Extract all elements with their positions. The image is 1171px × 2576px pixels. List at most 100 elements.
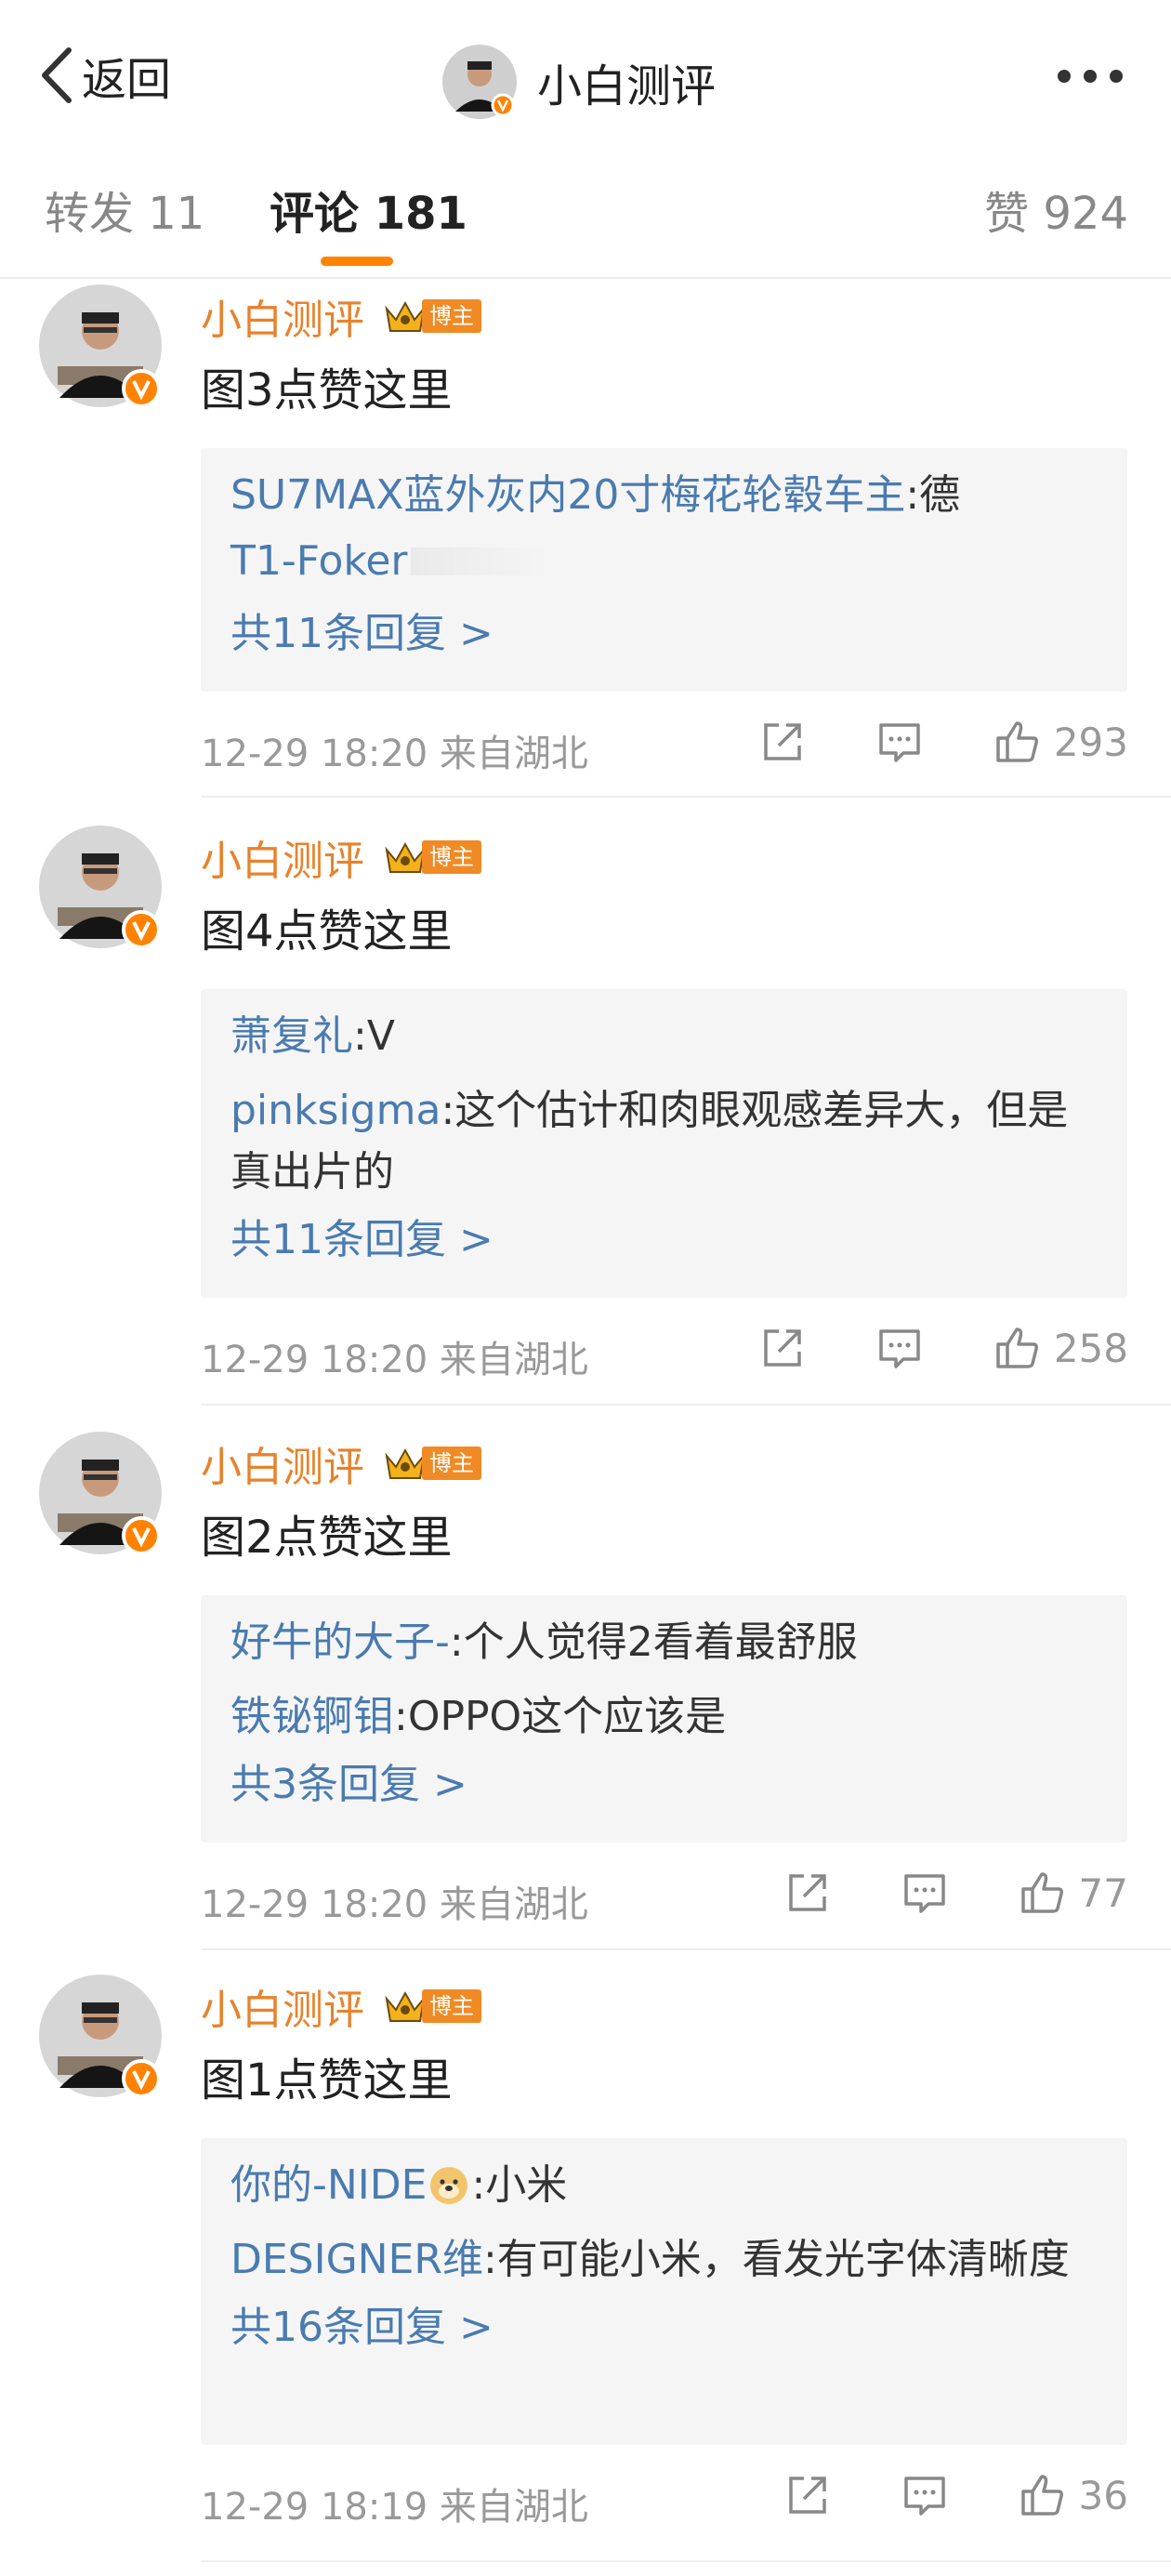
reply-item[interactable]: T1-Foker: [230, 526, 1098, 597]
crown-icon: [385, 300, 426, 332]
view-more-replies-link[interactable]: 共11条回复 >: [230, 1203, 1098, 1277]
more-dots-icon: [1084, 70, 1097, 83]
reply-text: :个人觉得2看着最舒服: [449, 1618, 858, 1666]
more-options-button[interactable]: [1058, 65, 1123, 87]
avatar[interactable]: [39, 1975, 162, 2098]
view-more-replies-link[interactable]: 共11条回复 >: [230, 597, 1098, 671]
thumbs-up-icon[interactable]: [1018, 2471, 1066, 2519]
crown-icon: [385, 1990, 426, 2022]
reply-item[interactable]: 铁铋锕钼:OPPO这个应该是: [230, 1686, 1098, 1748]
badge-label: 博主: [422, 1989, 481, 2023]
badge-label: 博主: [422, 299, 481, 333]
reply-text: :OPPO这个应该是: [394, 1693, 727, 1740]
comment-text: 图2点赞这里: [201, 1512, 453, 1564]
reply-box[interactable]: 你的-NIDE :小米 DESIGNER维:有可能小米，看发光字体清晰度 共16…: [201, 2138, 1127, 2445]
username[interactable]: 小白测评: [201, 1433, 364, 1493]
avatar-image: [39, 284, 162, 408]
comment-item: 小白测评 博主 图1点赞这里 你的-NIDE :小米 DESIGNER维:有可能…: [0, 1969, 1171, 2564]
reply-text: :小米: [471, 2161, 568, 2209]
comment-meta: 12-29 18:20 来自湖北: [201, 1883, 588, 1926]
avatar[interactable]: [39, 1432, 162, 1555]
chevron-left-icon: [42, 47, 72, 103]
comment-icon[interactable]: [901, 1869, 949, 1917]
divider: [201, 1404, 1171, 1406]
avatar[interactable]: [39, 826, 162, 949]
like-count: 258: [1053, 1325, 1128, 1371]
back-button[interactable]: 返回: [37, 43, 171, 108]
tab-comment[interactable]: 评论 181: [270, 177, 467, 242]
tab-repost[interactable]: 转发 11: [45, 177, 204, 242]
share-icon[interactable]: [758, 1324, 807, 1372]
share-icon[interactable]: [758, 718, 807, 766]
doge-emoji-icon: [430, 2167, 468, 2204]
badge-label: 博主: [422, 840, 481, 874]
comment-actions: 293: [758, 718, 1128, 766]
comment-header: 小白测评 博主: [201, 1976, 481, 2036]
reply-box[interactable]: 好牛的大子-:个人觉得2看着最舒服 铁铋锕钼:OPPO这个应该是 共3条回复 >: [201, 1595, 1127, 1843]
username[interactable]: 小白测评: [201, 1976, 364, 2036]
username[interactable]: 小白测评: [201, 286, 364, 346]
page-title: 小白测评: [537, 60, 717, 112]
reply-username[interactable]: 好牛的大子-: [230, 1618, 450, 1666]
reply-item[interactable]: DESIGNER维:有可能小米，看发光字体清晰度: [230, 2229, 1098, 2291]
share-icon[interactable]: [783, 2471, 832, 2519]
comment-icon[interactable]: [875, 718, 924, 766]
comment-actions: 258: [758, 1324, 1128, 1372]
comment-item: 小白测评 博主 图2点赞这里 好牛的大子-:个人觉得2看着最舒服 铁铋锕钼:OP…: [0, 1426, 1171, 1950]
reply-username[interactable]: 铁铋锕钼: [230, 1693, 394, 1740]
reply-item[interactable]: 你的-NIDE :小米: [230, 2155, 1098, 2216]
page-title-area[interactable]: 小白测评: [442, 45, 716, 119]
blogger-badge: 博主: [383, 1986, 481, 2027]
comment-header: 小白测评 博主: [201, 1433, 481, 1493]
divider: [201, 796, 1171, 798]
comment-meta: 12-29 18:19 来自湖北: [201, 2486, 588, 2529]
reply-item[interactable]: SU7MAX蓝外灰内20寸梅花轮毂车主:德: [230, 465, 1098, 526]
reply-text: :德: [905, 471, 961, 519]
reply-text: :V: [353, 1012, 395, 1060]
share-icon[interactable]: [783, 1869, 832, 1917]
reply-username[interactable]: SU7MAX蓝外灰内20寸梅花轮毂车主: [230, 471, 905, 519]
like-count: 36: [1078, 2472, 1128, 2518]
comment-icon[interactable]: [875, 1324, 924, 1372]
comment-icon[interactable]: [901, 2471, 949, 2519]
reply-box[interactable]: 萧复礼:V pinksigma:这个估计和肉眼观感差异大，但是真出片的 共11条…: [201, 989, 1127, 1298]
comment-item: 小白测评 博主 图4点赞这里 萧复礼:V pinksigma:这个估计和肉眼观感…: [0, 820, 1171, 1406]
thumbs-up-icon[interactable]: [1018, 1869, 1066, 1917]
divider: [201, 1949, 1171, 1950]
crown-icon: [385, 841, 426, 873]
blogger-badge: 博主: [383, 296, 481, 337]
thumbs-up-icon[interactable]: [993, 1324, 1041, 1372]
badge-label: 博主: [422, 1447, 481, 1480]
comment-actions: 77: [783, 1869, 1128, 1917]
comment-header: 小白测评 博主: [201, 827, 481, 887]
blogger-badge: 博主: [383, 837, 481, 878]
top-navigation-bar: 返回 小白测评: [0, 0, 1171, 158]
reply-username[interactable]: 你的-NIDE: [230, 2155, 427, 2216]
reply-username[interactable]: pinksigma: [230, 1087, 441, 1134]
comment-text: 图4点赞这里: [201, 905, 453, 958]
active-tab-indicator: [321, 257, 393, 266]
avatar[interactable]: [39, 284, 162, 408]
reply-item[interactable]: 萧复礼:V: [230, 1006, 1098, 1067]
thumbs-up-icon[interactable]: [993, 718, 1041, 766]
reply-username[interactable]: T1-Foker: [230, 526, 407, 597]
comment-meta: 12-29 18:20 来自湖北: [201, 1339, 588, 1381]
avatar-image: [39, 826, 162, 949]
comment-actions: 36: [783, 2471, 1128, 2519]
username[interactable]: 小白测评: [201, 827, 364, 887]
back-label: 返回: [82, 54, 172, 106]
tab-like[interactable]: 赞 924: [984, 177, 1128, 242]
comment-text: 图1点赞这里: [201, 2054, 453, 2107]
view-more-replies-link[interactable]: 共16条回复 >: [230, 2291, 1098, 2365]
more-dots-icon: [1110, 70, 1123, 83]
reply-item[interactable]: pinksigma:这个估计和肉眼观感差异大，但是真出片的: [230, 1080, 1098, 1203]
reply-text: :有可能小米，看发光字体清晰度: [482, 2236, 1070, 2283]
reply-username[interactable]: 萧复礼: [230, 1012, 353, 1060]
blogger-badge: 博主: [383, 1443, 481, 1484]
reply-username[interactable]: DESIGNER维: [230, 2236, 483, 2283]
reply-box[interactable]: SU7MAX蓝外灰内20寸梅花轮毂车主:德 T1-Foker 共11条回复 >: [201, 448, 1127, 692]
avatar-image: [39, 1975, 162, 2098]
view-more-replies-link[interactable]: 共3条回复 >: [230, 1748, 1098, 1822]
reply-item[interactable]: 好牛的大子-:个人觉得2看着最舒服: [230, 1612, 1098, 1673]
faded-text: [411, 548, 551, 575]
